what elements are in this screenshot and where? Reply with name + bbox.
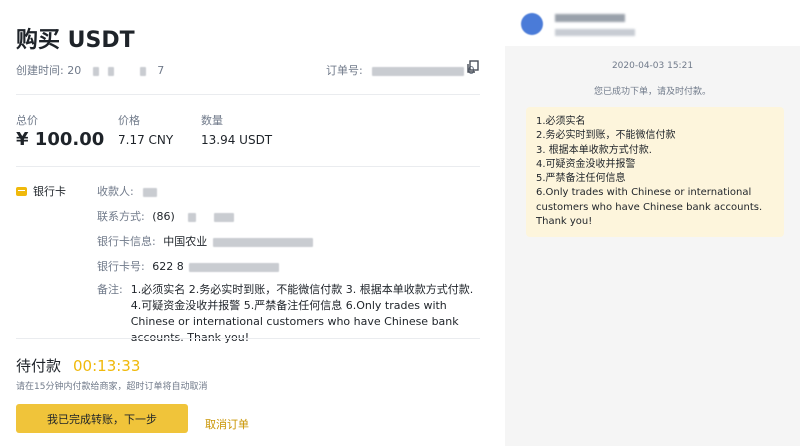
redacted-blur: [188, 212, 197, 222]
redacted-blur: [555, 14, 625, 22]
chat-message-line: 1.必须实名: [536, 116, 586, 127]
contact-label: 联系方式:: [97, 210, 145, 223]
chat-message-line: 2.务必实时到账，不能微信付款: [536, 130, 676, 142]
page-title: 购买 USDT: [16, 28, 135, 53]
bank-info-row: 银行卡信息: 中国农业: [97, 233, 313, 249]
card-number-value-start: 622 8: [152, 260, 184, 273]
copy-icon[interactable]: [466, 60, 480, 74]
order-number: 订单号: 0: [326, 62, 475, 78]
redacted-blur: [212, 237, 313, 247]
pending-label: 待付款: [16, 357, 62, 375]
avatar: [521, 13, 543, 35]
redacted-blur: [372, 66, 465, 76]
quantity-label: 数量: [201, 114, 223, 127]
cancel-order-link[interactable]: 取消订单: [205, 416, 249, 432]
price-value: 7.17 CNY: [118, 133, 174, 147]
bank-info-label: 银行卡信息:: [97, 235, 156, 248]
bank-card-icon: [16, 186, 27, 196]
payment-method-label: 银行卡: [33, 185, 66, 198]
chat-timestamp: 2020-04-03 15:21: [611, 61, 694, 71]
chat-system-message: 您已成功下单，请及时付款。: [593, 87, 711, 97]
divider: [16, 94, 480, 95]
created-time-label: 创建时间:: [16, 64, 64, 77]
redacted-blur: [139, 66, 146, 76]
redacted-blur: [143, 187, 158, 197]
confirm-transfer-button[interactable]: 我已完成转账，下一步: [16, 404, 188, 433]
card-number-label: 银行卡号:: [97, 260, 145, 273]
remark-text: 1.必须实名 2.务必实时到账，不能微信付款 3. 根据本单收款方式付款. 4.…: [130, 283, 474, 344]
payee-row: 收款人:: [97, 183, 158, 199]
redacted-blur: [108, 66, 115, 76]
countdown-timer: 00:13:33: [73, 357, 141, 375]
redacted-blur: [189, 262, 280, 272]
order-panel: 购买 USDT 创建时间: 20 7 订单号: 0 总价 ¥ 100.00 价格…: [0, 0, 505, 446]
chat-message-line: 4.可疑资金没收并报警: [536, 158, 636, 170]
payment-method[interactable]: 银行卡: [16, 183, 66, 199]
redacted-blur: [213, 212, 234, 222]
divider: [16, 338, 480, 339]
divider: [16, 166, 480, 167]
redacted-blur: [92, 66, 99, 76]
payment-hint: 请在15分钟内付款给商家，超时订单将自动取消: [16, 382, 208, 392]
created-time: 创建时间: 20 7: [16, 62, 164, 78]
remark-label: 备注:: [97, 283, 123, 296]
chat-message-bubble: 1.必须实名 2.务必实时到账，不能微信付款 3. 根据本单收款方式付款. 4.…: [526, 107, 784, 238]
chat-header: [505, 0, 800, 46]
payment-status: 待付款 00:13:33: [16, 355, 140, 376]
card-number-row: 银行卡号: 622 8: [97, 258, 280, 274]
chat-message-line: 5.严禁备注任何信息: [536, 173, 626, 185]
order-number-label: 订单号:: [326, 64, 363, 77]
chat-message-line: 3. 根据本单收款方式付款.: [536, 144, 652, 156]
payee-label: 收款人:: [97, 185, 134, 198]
created-time-value-start: 20: [67, 64, 82, 77]
redacted-blur: [555, 29, 635, 36]
remark: 备注: 1.必须实名 2.务必实时到账，不能微信付款 3. 根据本单收款方式付款…: [97, 282, 482, 346]
created-time-value-end: 7: [157, 64, 165, 77]
quantity-value: 13.94 USDT: [201, 133, 273, 147]
contact-row: 联系方式: (86): [97, 208, 234, 224]
total-label: 总价: [16, 114, 38, 127]
contact-value-start: (86): [152, 210, 175, 223]
total-value: ¥ 100.00: [16, 129, 105, 150]
chat-message-line: 6.Only trades with Chinese or internatio…: [536, 187, 763, 228]
price-label: 价格: [118, 114, 140, 127]
bank-info-value-start: 中国农业: [163, 235, 208, 248]
